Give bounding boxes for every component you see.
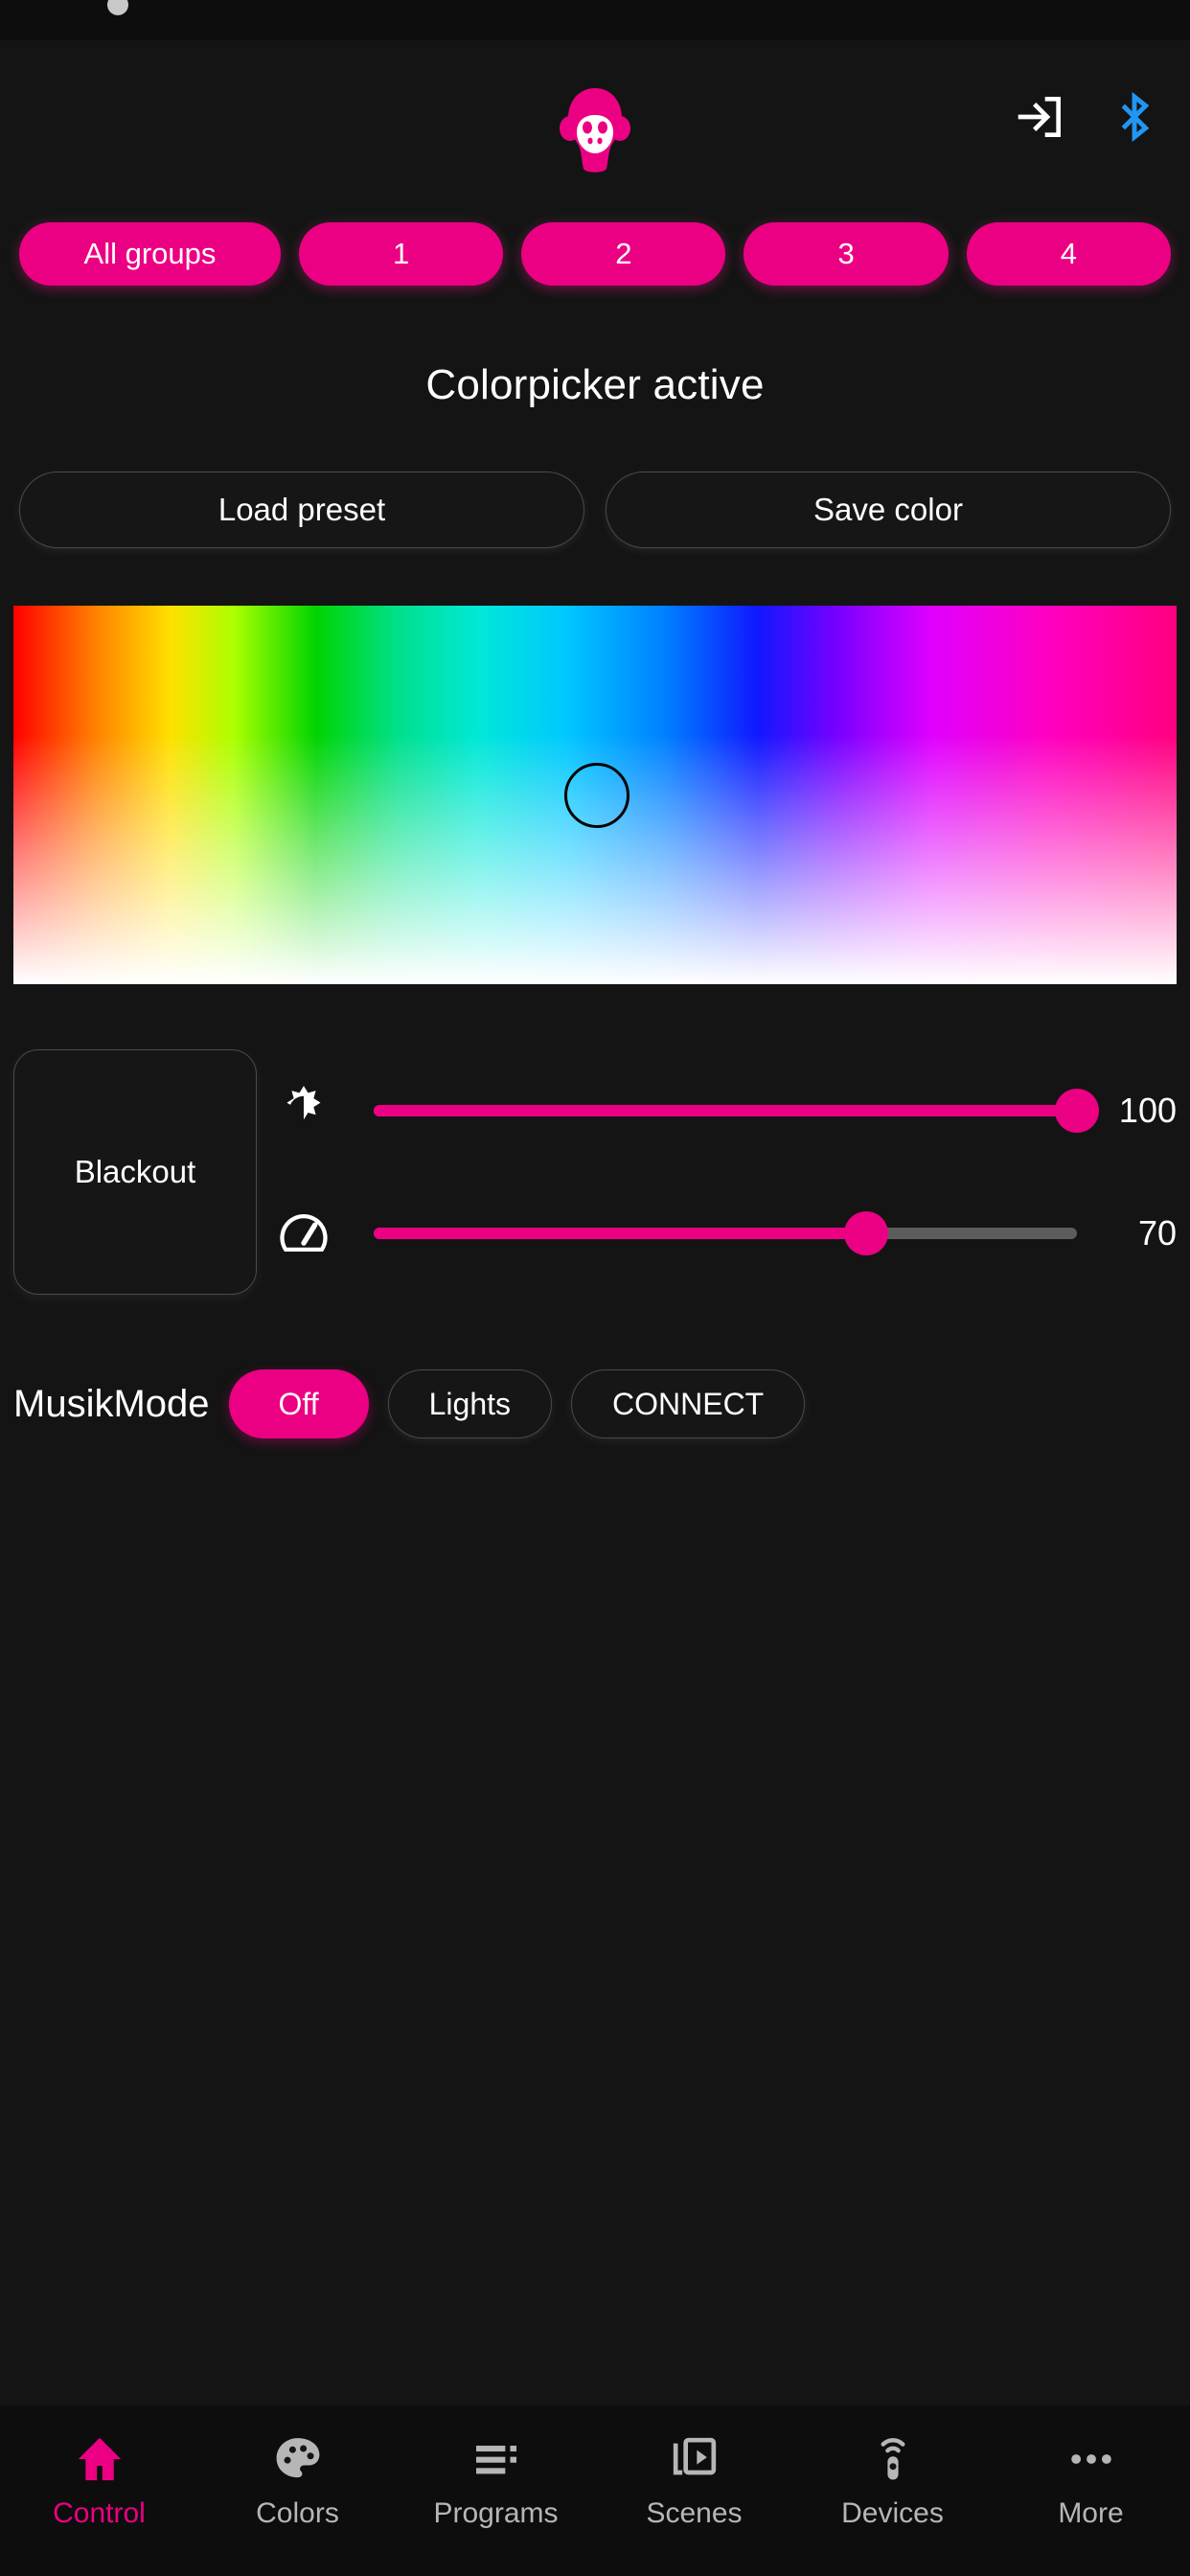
nav-item-more[interactable]: More	[992, 2432, 1190, 2530]
lights-button[interactable]: Lights	[387, 1369, 552, 1438]
controls-section: Blackout 100 70	[13, 1049, 1177, 1295]
save-color-button[interactable]: Save color	[606, 472, 1171, 548]
nav-label-more: More	[1058, 2497, 1124, 2529]
nav-label-control: Control	[53, 2497, 146, 2529]
nav-label-colors: Colors	[256, 2497, 339, 2529]
group-button-1[interactable]: 1	[298, 222, 504, 286]
list-icon	[469, 2432, 523, 2486]
brightness-slider-track[interactable]	[374, 1089, 1099, 1133]
speed-slider-track[interactable]	[374, 1211, 1077, 1255]
status-title: Colorpicker active	[425, 361, 765, 408]
preset-button-row: Load preset Save color	[0, 472, 1190, 548]
musikmode-label: MusikMode	[13, 1382, 210, 1425]
nav-label-devices: Devices	[841, 2497, 944, 2529]
monkey-head-logo	[559, 86, 631, 174]
group-button-all[interactable]: All groups	[19, 222, 281, 286]
speed-slider-row: 70	[278, 1182, 1177, 1285]
musikmode-toggle-button[interactable]: Off	[228, 1369, 369, 1438]
color-picker-cursor[interactable]	[564, 762, 630, 828]
login-arrow-icon[interactable]	[1014, 90, 1067, 144]
group-selector: All groups 1 2 3 4	[0, 174, 1190, 286]
group-button-4[interactable]: 4	[966, 222, 1171, 286]
bluetooth-icon[interactable]	[1108, 90, 1161, 144]
header-icon-group	[1014, 90, 1161, 144]
nav-item-scenes[interactable]: Scenes	[595, 2432, 793, 2530]
nav-item-control[interactable]: Control	[0, 2432, 198, 2530]
musikmode-row: MusikMode Off Lights CONNECT	[0, 1369, 1190, 1438]
app-screen: All groups 1 2 3 4 Colorpicker active Lo…	[0, 0, 1190, 2576]
connect-button[interactable]: CONNECT	[571, 1369, 806, 1438]
brightness-icon	[278, 1085, 330, 1137]
nav-item-programs[interactable]: Programs	[397, 2432, 595, 2530]
remote-antenna-icon	[866, 2432, 920, 2486]
speed-gauge-icon	[278, 1208, 330, 1259]
palette-icon	[271, 2432, 325, 2486]
scenes-play-icon	[668, 2432, 721, 2486]
nav-label-programs: Programs	[433, 2497, 559, 2529]
bottom-navigation: Control Colors Programs Scenes Devices M…	[0, 2405, 1190, 2576]
brightness-slider-row: 100	[278, 1059, 1177, 1162]
brightness-slider-fill	[374, 1105, 1077, 1116]
nav-item-colors[interactable]: Colors	[198, 2432, 397, 2530]
slider-group: 100 70	[257, 1049, 1177, 1295]
group-button-2[interactable]: 2	[521, 222, 726, 286]
system-status-bar	[0, 0, 1190, 40]
home-icon	[73, 2432, 126, 2486]
brightness-value: 100	[1118, 1091, 1177, 1130]
blackout-button[interactable]: Blackout	[13, 1049, 257, 1295]
nav-item-devices[interactable]: Devices	[793, 2432, 992, 2530]
speed-slider-fill	[374, 1228, 866, 1239]
app-header	[0, 40, 1190, 174]
load-preset-button[interactable]: Load preset	[19, 472, 584, 548]
nav-label-scenes: Scenes	[646, 2497, 743, 2529]
ellipsis-icon	[1064, 2432, 1118, 2486]
speed-value: 70	[1137, 1213, 1177, 1253]
color-picker[interactable]	[13, 606, 1177, 984]
group-button-3[interactable]: 3	[744, 222, 949, 286]
speed-slider-knob[interactable]	[843, 1211, 888, 1255]
notification-dot-icon	[107, 0, 128, 15]
brightness-slider-knob[interactable]	[1055, 1089, 1099, 1133]
